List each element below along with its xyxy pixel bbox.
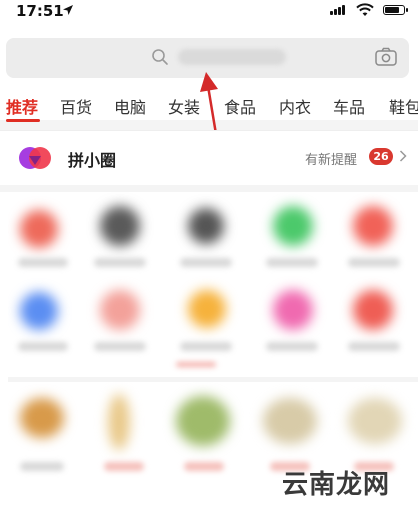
blurred-shortcut-grid (8, 192, 418, 377)
tab-car-products[interactable]: 车品 (333, 94, 365, 118)
left-edge-strip (0, 192, 8, 507)
watermark-text: 云南龙网 (282, 470, 391, 500)
watermark: 云南龙网 (282, 440, 412, 502)
camera-icon[interactable] (375, 47, 397, 67)
status-bar: 17:51 (0, 0, 418, 24)
pinxiaoquan-row[interactable]: 拼小圈 有新提醒 26 (0, 130, 418, 185)
active-tab-indicator (6, 119, 40, 122)
annotation-arrow-icon (200, 72, 218, 136)
pinxiaoquan-logo-icon (19, 147, 51, 169)
chevron-right-icon (399, 150, 407, 162)
tab-department-store[interactable]: 百货 (60, 94, 92, 118)
search-icon (152, 49, 168, 65)
tab-food[interactable]: 食品 (224, 94, 256, 118)
location-arrow-icon (63, 5, 73, 15)
new-reminder-text: 有新提醒 (305, 153, 358, 168)
wifi-icon (356, 3, 374, 16)
reminder-count-badge: 26 (369, 148, 393, 165)
tab-shoes-bags[interactable]: 鞋包 (389, 94, 418, 118)
status-time: 17:51 (16, 2, 64, 20)
battery-icon (383, 5, 408, 15)
search-placeholder-blurred (178, 49, 286, 65)
tab-computers[interactable]: 电脑 (114, 94, 146, 118)
tab-recommend[interactable]: 推荐 (6, 94, 38, 118)
pinxiaoquan-title: 拼小圈 (68, 151, 117, 170)
tab-underwear[interactable]: 内衣 (279, 94, 311, 118)
